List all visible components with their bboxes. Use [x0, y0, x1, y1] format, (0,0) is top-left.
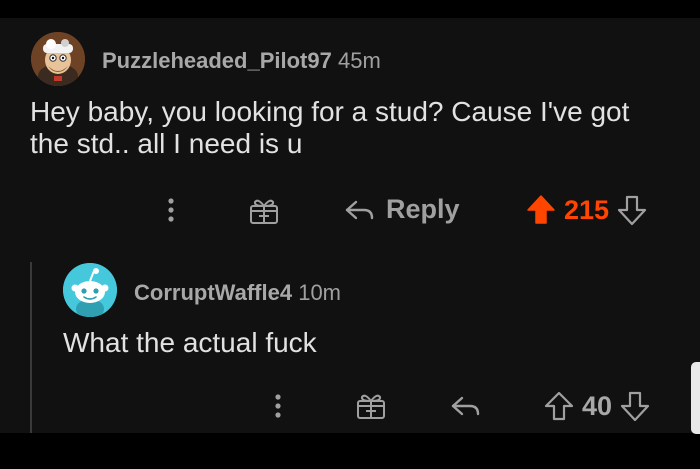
reply-label: Reply: [386, 194, 460, 224]
comment-header: Puzzleheaded_Pilot97 45m: [102, 48, 381, 74]
reply-button[interactable]: Reply: [344, 194, 460, 225]
vote-score: 215: [564, 194, 610, 225]
scrollbar-thumb[interactable]: [691, 362, 700, 434]
downvote-icon[interactable]: [620, 390, 650, 422]
avatar-image: [31, 32, 85, 86]
vote-score: 40: [582, 390, 613, 421]
more-vertical-icon[interactable]: [165, 196, 177, 224]
upvote-icon[interactable]: [526, 194, 556, 226]
comment-body-line: Hey baby, you looking for a stud? Cause …: [30, 96, 630, 127]
reply-arrow-icon: [345, 200, 374, 219]
comment-body-line: the std.. all I need is u: [30, 128, 303, 159]
vote-controls: 40: [544, 390, 650, 422]
avatar[interactable]: [63, 263, 117, 317]
vote-controls: 215: [526, 194, 647, 226]
thread-line[interactable]: [30, 262, 32, 433]
gift-icon[interactable]: [249, 197, 279, 225]
downvote-icon[interactable]: [617, 194, 647, 226]
snoo-avatar-image: [63, 263, 117, 317]
timestamp: 45m: [337, 48, 381, 73]
comment-body: What the actual fuck: [63, 327, 317, 359]
avatar[interactable]: [31, 32, 85, 86]
comment-header: CorruptWaffle4 10m: [134, 280, 341, 306]
comment-body-line: What the actual fuck: [63, 327, 317, 358]
comment-body: Hey baby, you looking for a stud? Cause …: [30, 96, 629, 160]
upvote-icon[interactable]: [544, 390, 574, 422]
gift-icon[interactable]: [356, 392, 386, 420]
username[interactable]: Puzzleheaded_Pilot97: [102, 48, 332, 73]
username[interactable]: CorruptWaffle4: [134, 280, 292, 305]
more-vertical-icon[interactable]: [272, 392, 284, 420]
timestamp: 10m: [298, 280, 341, 305]
reply-arrow-icon[interactable]: [450, 394, 482, 418]
